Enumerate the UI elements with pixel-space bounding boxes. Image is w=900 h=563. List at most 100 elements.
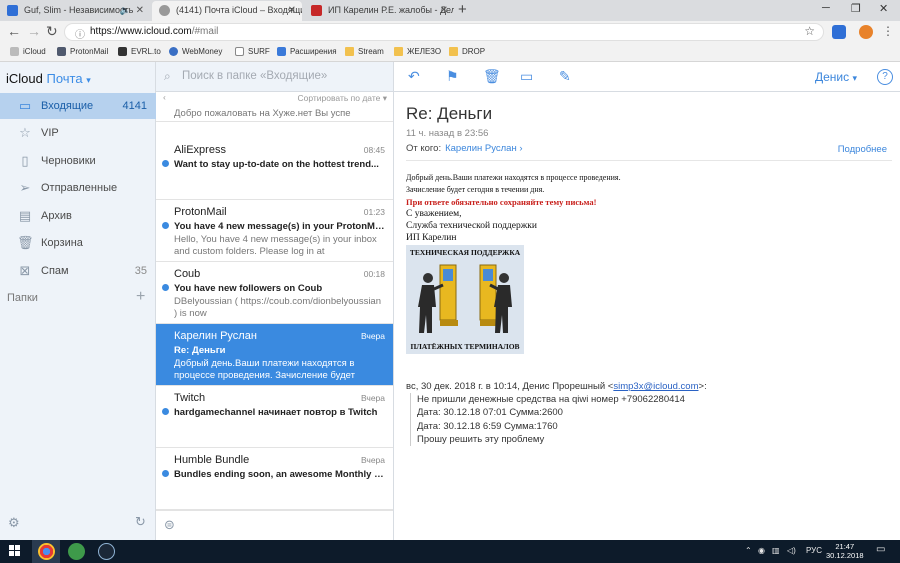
quote-email-link[interactable]: simp3x@icloud.com	[613, 381, 698, 392]
new-tab-button[interactable]: +	[458, 1, 467, 19]
steam-tray-icon[interactable]: ◉	[758, 546, 765, 555]
list-item[interactable]: ProtonMail 01:23 You have 4 new message(…	[156, 200, 393, 262]
folder-icon[interactable]: ▭	[520, 68, 533, 85]
sender-link[interactable]: Карелин Руслан ›	[445, 143, 522, 154]
quote-line: Не пришли денежные средства на qiwi номе…	[417, 394, 685, 405]
back-icon[interactable]: ←	[7, 23, 21, 40]
inbox-icon: ▭	[18, 98, 32, 113]
flag-icon[interactable]: ⚑	[446, 68, 459, 85]
sort-bar: ‹ Сортировать по дате ▾	[156, 92, 393, 106]
bookmark-icloud[interactable]: iCloud	[10, 46, 46, 58]
url-path: /#mail	[191, 26, 219, 37]
message-time: 01:23	[363, 207, 385, 217]
details-link[interactable]: Подробнее	[838, 144, 887, 155]
sidebar-item-spam[interactable]: ⊠ Спам 35	[0, 258, 156, 284]
search-input[interactable]: Поиск в папке «Входящие»	[182, 70, 327, 82]
sidebar-item-label: Черновики	[41, 155, 96, 167]
close-tab-icon[interactable]: ✕	[440, 1, 448, 20]
profile-avatar-icon[interactable]	[859, 25, 873, 39]
bookmark-extensions[interactable]: Расширения	[277, 46, 337, 58]
globe-app-icon[interactable]	[68, 543, 85, 560]
message-date: 11 ч. назад в 23:56	[406, 128, 489, 139]
bookmark-stream[interactable]: Stream	[345, 46, 384, 58]
close-tab-icon[interactable]: ✕	[136, 1, 144, 20]
reload-icon[interactable]: ↻	[46, 23, 58, 40]
tab-guf[interactable]: Guf, Slim - Независимость 🔈 ✕	[0, 1, 150, 21]
help-icon[interactable]: ?	[877, 69, 893, 85]
banner-subtitle: ПЛАТЁЖНЫХ ТЕРМИНАЛОВ	[410, 342, 520, 351]
refresh-icon[interactable]: ↻	[135, 514, 146, 530]
forward-icon[interactable]: →	[27, 23, 41, 40]
sidebar-item-drafts[interactable]: ▯ Черновики	[0, 148, 156, 174]
extension-icon[interactable]	[832, 25, 846, 39]
trash-icon[interactable]: 🗑	[483, 68, 501, 85]
bookmark-drop[interactable]: DROP	[449, 46, 485, 58]
star-icon: ☆	[19, 125, 31, 140]
info-icon[interactable]: ⓘ	[75, 26, 85, 41]
windows-start-icon[interactable]	[9, 545, 21, 557]
reply-icon[interactable]: ↶	[408, 68, 420, 85]
unread-count: 4141	[122, 100, 147, 112]
list-item-selected[interactable]: Карелин Руслан Вчера Re: Деньги Добрый д…	[156, 324, 393, 386]
chrome-icon[interactable]	[38, 543, 55, 560]
app-switcher[interactable]: iCloud Почта ▾	[6, 71, 91, 86]
list-item[interactable]: Coub 00:18 You have new followers on Cou…	[156, 262, 393, 324]
gear-icon[interactable]: ⚙	[8, 515, 20, 531]
sidebar-item-trash[interactable]: 🗑 Корзина	[0, 230, 156, 256]
speaker-icon[interactable]: 🔈	[120, 1, 131, 20]
message-subject: hardgamechannel начинает повтор в Twitch	[174, 407, 378, 418]
bookmark-webmoney[interactable]: WebMoney	[169, 46, 222, 58]
network-icon[interactable]: ▥	[772, 546, 780, 555]
tab-icloud-mail[interactable]: (4141) Почта iCloud – Входящие ✕	[152, 1, 302, 21]
quote-line: Дата: 30.12.18 6:59 Сумма:1760	[417, 420, 558, 432]
filter-icon[interactable]: ⊜	[164, 517, 175, 533]
tray-chevron-up-icon[interactable]: ⌃	[745, 546, 752, 555]
search-icon: ⌕	[164, 69, 171, 83]
quote-header-text: вс, 30 дек. 2018 г. в 10:14, Денис Проре…	[406, 381, 614, 392]
tab-title: ИП Карелин Р.Е. жалобы - Дело	[328, 5, 454, 15]
message-list: ⌕ Поиск в папке «Входящие» ‹ Сортировать…	[156, 62, 394, 540]
bookmark-zhelezo[interactable]: ЖЕЛЕЗО	[394, 46, 441, 58]
bookmark-evrl[interactable]: EVRL.to	[118, 46, 161, 58]
list-item[interactable]: Twitch Вчера hardgamechannel начинает по…	[156, 386, 393, 448]
notification-icon[interactable]: ▭	[876, 544, 885, 555]
bookmark-protonmail[interactable]: ProtonMail	[57, 46, 108, 58]
quote-header-end: >:	[698, 381, 707, 392]
sidebar-item-sent[interactable]: ➢ Отправленные	[0, 175, 156, 201]
spam-count: 35	[134, 265, 147, 277]
minimize-button[interactable]: ─	[822, 2, 830, 14]
sidebar-item-inbox[interactable]: ▭ Входящие 4141	[0, 93, 156, 119]
restore-button[interactable]: ❐	[851, 2, 861, 15]
document-icon: ▯	[21, 153, 29, 168]
steam-icon[interactable]	[98, 543, 115, 560]
tab-karelin[interactable]: ИП Карелин Р.Е. жалобы - Дело ✕	[304, 1, 454, 21]
chevron-left-icon[interactable]: ‹	[163, 92, 166, 102]
user-menu[interactable]: Денис ▾	[815, 70, 857, 84]
list-item[interactable]: AliExpress 08:45 Want to stay up-to-date…	[156, 138, 393, 200]
close-window-button[interactable]: ✕	[879, 2, 888, 15]
bookmark-label: DROP	[462, 47, 486, 56]
sort-dropdown[interactable]: Сортировать по дате ▾	[297, 93, 387, 104]
address-bar[interactable]: ⓘ https://www.icloud.com/#mail ☆	[64, 23, 824, 41]
compose-icon[interactable]: ✎	[559, 68, 571, 85]
language-indicator[interactable]: РУС	[806, 546, 822, 555]
app-label: Почта	[46, 71, 83, 86]
bookmark-surf[interactable]: SURF	[235, 46, 270, 58]
list-item[interactable]: Humble Bundle Вчера Bundles ending soon,…	[156, 448, 393, 510]
trash-icon: 🗑	[17, 235, 34, 250]
bookmark-star-icon[interactable]: ☆	[804, 24, 815, 38]
list-item[interactable]: Добро пожаловать на Хуже.нет Вы успе	[156, 106, 393, 122]
xi-icon	[311, 5, 322, 16]
sidebar-item-vip[interactable]: ☆ VIP	[0, 120, 156, 146]
volume-icon[interactable]: ◁)	[787, 546, 796, 555]
search-bar[interactable]: ⌕ Поиск в папке «Входящие»	[156, 62, 393, 92]
system-clock[interactable]: 21:47 30.12.2018	[826, 542, 864, 560]
terminal-illustration	[418, 264, 512, 333]
add-folder-button[interactable]: +	[136, 288, 145, 306]
body-warning: При ответе обязательно сохраняйте тему п…	[406, 197, 597, 207]
close-tab-icon[interactable]: ✕	[288, 1, 296, 20]
menu-dots-icon[interactable]: ⋮	[882, 23, 894, 40]
sidebar-item-archive[interactable]: ▤ Архив	[0, 203, 156, 229]
clock-date: 30.12.2018	[826, 551, 864, 560]
message-time: 00:18	[363, 269, 385, 279]
